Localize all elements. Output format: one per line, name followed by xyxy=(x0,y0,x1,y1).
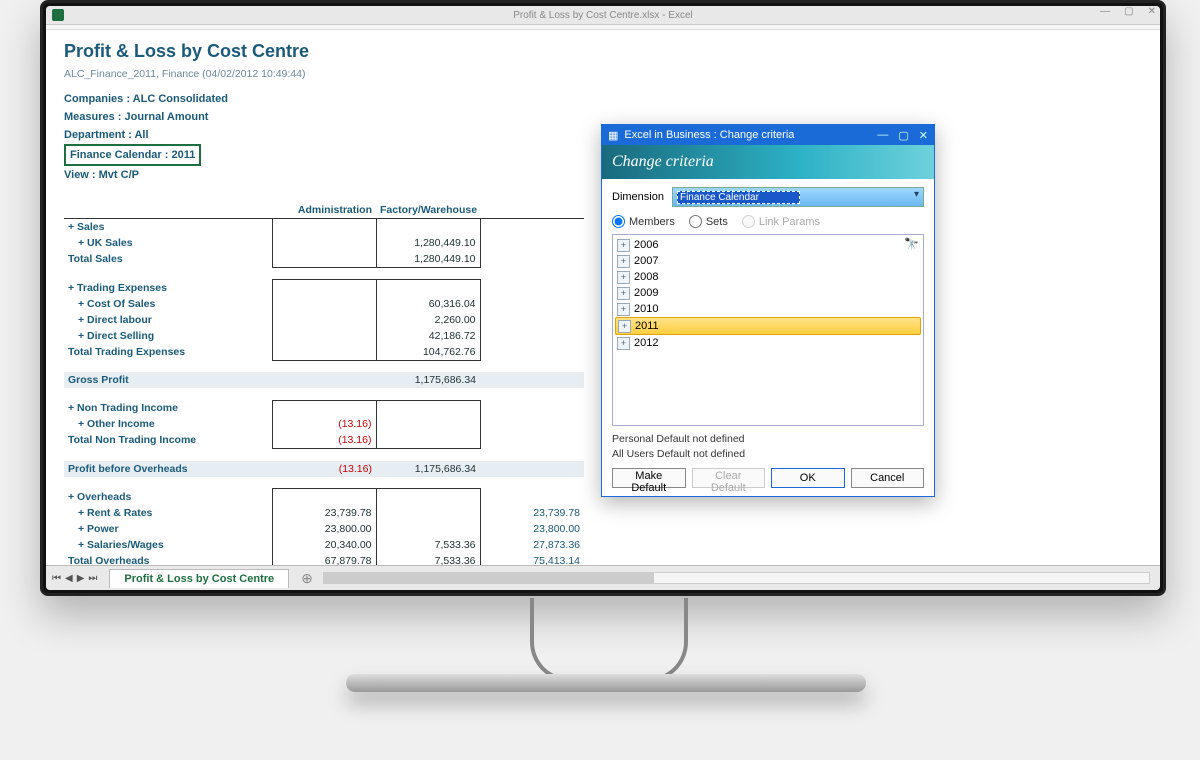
clear-default-button: Clear Default xyxy=(692,468,766,488)
change-criteria-dialog: ▦ Excel in Business : Change criteria — … xyxy=(601,124,935,497)
col-administration: Administration xyxy=(272,202,376,219)
row-trading-exp: + Trading Expenses xyxy=(64,280,272,296)
tab-nav-prev-icon[interactable]: ◀ xyxy=(65,573,73,584)
tree-item-label: 2012 xyxy=(634,337,658,349)
maximize-icon[interactable]: ▢ xyxy=(1124,6,1133,17)
dialog-app-icon: ▦ xyxy=(608,129,618,142)
row-salaries: + Salaries/Wages xyxy=(64,537,272,553)
tab-nav[interactable]: ⏮ ◀ ▶ ⏭ xyxy=(46,573,103,584)
tree-item-2011[interactable]: +2011 xyxy=(615,317,921,335)
expand-icon[interactable]: + xyxy=(617,287,630,300)
report-title: Profit & Loss by Cost Centre xyxy=(64,41,1142,62)
tree-item-2010[interactable]: +2010 xyxy=(615,301,921,317)
member-tree[interactable]: 🔭 +2006+2007+2008+2009+2010+2011+2012 xyxy=(612,234,924,426)
radio-link-params[interactable]: Link Params xyxy=(742,215,820,228)
sheet-tab-strip: ⏮ ◀ ▶ ⏭ Profit & Loss by Cost Centre ⊕ xyxy=(46,565,1160,590)
dimension-combo[interactable]: Finance Calendar xyxy=(672,187,924,207)
row-gross-profit: Gross Profit xyxy=(64,372,272,388)
row-power: + Power xyxy=(64,521,272,537)
dialog-titlebar[interactable]: ▦ Excel in Business : Change criteria — … xyxy=(602,125,934,145)
tree-item-2009[interactable]: +2009 xyxy=(615,285,921,301)
row-profit-before: Profit before Overheads xyxy=(64,461,272,477)
horizontal-scrollbar[interactable] xyxy=(323,572,1150,584)
expand-icon[interactable]: + xyxy=(617,271,630,284)
row-total-overheads: Total Overheads xyxy=(64,553,272,567)
screen: Profit & Loss by Cost Centre.xlsx - Exce… xyxy=(46,6,1160,590)
expand-icon[interactable]: + xyxy=(617,337,630,350)
radio-members-input[interactable] xyxy=(612,215,625,228)
row-direct-selling: + Direct Selling xyxy=(64,328,272,344)
monitor-stand-neck xyxy=(530,598,688,682)
tab-nav-first-icon[interactable]: ⏮ xyxy=(52,573,61,584)
close-icon[interactable]: ✕ xyxy=(1148,6,1156,17)
row-uk-sales: + UK Sales xyxy=(64,235,272,251)
expand-icon[interactable]: + xyxy=(617,239,630,252)
cancel-button[interactable]: Cancel xyxy=(851,468,925,488)
tab-nav-last-icon[interactable]: ⏭ xyxy=(88,573,97,584)
col-factory: Factory/Warehouse xyxy=(376,202,480,219)
row-non-trading: + Non Trading Income xyxy=(64,400,272,416)
ok-button[interactable]: OK xyxy=(771,468,845,488)
dialog-minimize-icon[interactable]: — xyxy=(877,129,888,142)
tree-item-2012[interactable]: +2012 xyxy=(615,335,921,351)
row-total-trading: Total Trading Expenses xyxy=(64,344,272,361)
col-extra xyxy=(480,202,584,219)
radio-members[interactable]: Members xyxy=(612,215,675,228)
tree-item-label: 2006 xyxy=(634,239,658,251)
add-sheet-icon[interactable]: ⊕ xyxy=(301,570,313,587)
expand-icon[interactable]: + xyxy=(617,303,630,316)
dialog-close-icon[interactable]: ✕ xyxy=(919,129,928,142)
row-total-non-trading: Total Non Trading Income xyxy=(64,432,272,449)
row-total-sales: Total Sales xyxy=(64,251,272,268)
radio-sets-input[interactable] xyxy=(689,215,702,228)
col-rowlabel xyxy=(64,202,272,219)
tab-nav-next-icon[interactable]: ▶ xyxy=(77,573,85,584)
row-other-income: + Other Income xyxy=(64,416,272,432)
radio-link-input xyxy=(742,215,755,228)
monitor-frame: Profit & Loss by Cost Centre.xlsx - Exce… xyxy=(40,0,1166,596)
personal-default-text: Personal Default not defined xyxy=(612,432,924,447)
dialog-banner: Change criteria xyxy=(602,145,934,179)
expand-icon[interactable]: + xyxy=(617,255,630,268)
row-cost-of-sales: + Cost Of Sales xyxy=(64,296,272,312)
meta-companies: Companies : ALC Consolidated xyxy=(64,90,1142,108)
excel-titlebar: Profit & Loss by Cost Centre.xlsx - Exce… xyxy=(46,6,1160,25)
row-sales: + Sales xyxy=(64,219,272,236)
tree-item-label: 2007 xyxy=(634,255,658,267)
dialog-window-title: Excel in Business : Change criteria xyxy=(624,129,794,141)
make-default-button[interactable]: Make Default xyxy=(612,468,686,488)
dimension-label: Dimension xyxy=(612,191,664,203)
dialog-maximize-icon[interactable]: ▢ xyxy=(898,129,908,142)
row-overheads: + Overheads xyxy=(64,489,272,505)
meta-calendar-selected[interactable]: Finance Calendar : 2011 xyxy=(64,144,201,166)
row-direct-labour: + Direct labour xyxy=(64,312,272,328)
financial-table: Administration Factory/Warehouse + Sales… xyxy=(64,202,584,566)
tree-item-label: 2009 xyxy=(634,287,658,299)
report-subtitle: ALC_Finance_2011, Finance (04/02/2012 10… xyxy=(64,68,1142,80)
window-title: Profit & Loss by Cost Centre.xlsx - Exce… xyxy=(46,10,1160,21)
expand-icon[interactable]: + xyxy=(618,320,631,333)
tree-item-label: 2008 xyxy=(634,271,658,283)
dimension-value: Finance Calendar xyxy=(677,191,800,204)
tree-item-2007[interactable]: +2007 xyxy=(615,253,921,269)
row-rent: + Rent & Rates xyxy=(64,505,272,521)
tree-item-2006[interactable]: +2006 xyxy=(615,237,921,253)
tree-item-2008[interactable]: +2008 xyxy=(615,269,921,285)
monitor-stand-base xyxy=(346,674,866,692)
sheet-tab-active[interactable]: Profit & Loss by Cost Centre xyxy=(109,569,289,588)
find-icon[interactable]: 🔭 xyxy=(904,237,919,251)
all-users-default-text: All Users Default not defined xyxy=(612,447,924,462)
tree-item-label: 2011 xyxy=(635,320,659,332)
tree-item-label: 2010 xyxy=(634,303,658,315)
minimize-icon[interactable]: — xyxy=(1100,6,1110,17)
radio-sets[interactable]: Sets xyxy=(689,215,728,228)
